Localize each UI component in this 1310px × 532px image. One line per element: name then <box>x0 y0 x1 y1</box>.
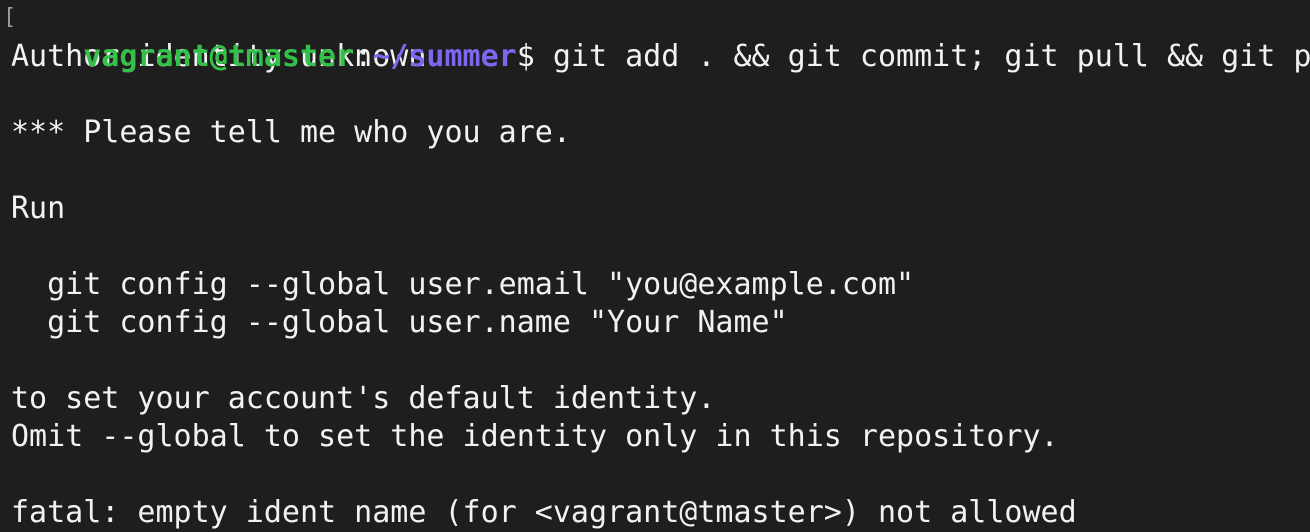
prompt-mark-icon: [ <box>3 5 17 30</box>
output-line-12 <box>11 456 1310 494</box>
prompt-symbol: $ <box>516 39 535 74</box>
output-line-8: git config --global user.name "Your Name… <box>11 305 788 340</box>
output-line-5: Run <box>11 191 66 226</box>
output-line-2 <box>11 76 1310 114</box>
output-line-11: Omit --global to set the identity only i… <box>11 419 1059 454</box>
output-line-9 <box>11 342 1310 380</box>
prompt-colon: : <box>354 39 373 74</box>
output-line-6 <box>11 228 1310 266</box>
output-line-4 <box>11 152 1310 190</box>
prompt-user-host: vagrant@tmaster <box>83 39 355 74</box>
command-text: git add . && git commit; git pull && git… <box>534 39 1310 74</box>
output-line-3: *** Please tell me who you are. <box>11 115 571 150</box>
terminal-window[interactable]: [ vagrant@tmaster:~/summer$ git add . && … <box>0 0 1310 532</box>
prompt-line: [ vagrant@tmaster:~/summer$ git add . && … <box>3 0 1310 74</box>
output-line-10: to set your account's default identity. <box>11 381 716 416</box>
output-line-7: git config --global user.email "you@exam… <box>11 267 915 302</box>
prompt-path: ~/summer <box>372 39 517 74</box>
output-line-13: fatal: empty ident name (for <vagrant@tm… <box>11 495 1077 530</box>
